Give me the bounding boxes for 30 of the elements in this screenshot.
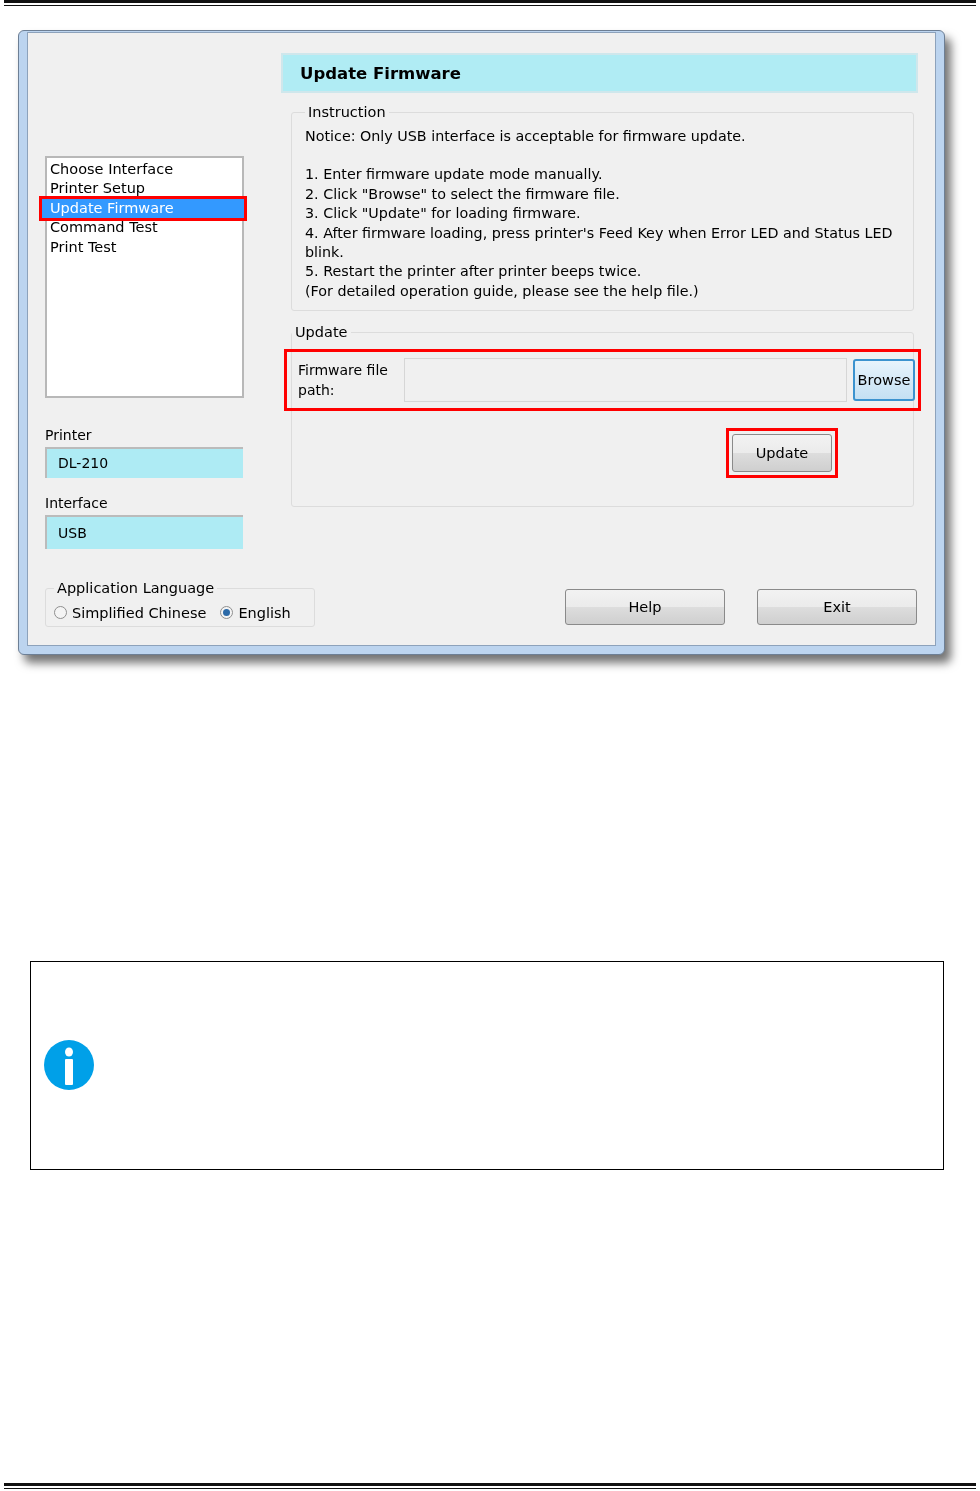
instruction-step: 4. After firmware loading, press printer's Feed Key when Error LED and Status LED blink. [305,223,901,263]
instruction-step: 5. Restart the printer after printer beeps twice. [305,262,901,282]
page-title: Update Firmware [281,53,918,93]
instruction-step: (For detailed operation guide, please see the help file.) [305,281,901,302]
language-option[interactable]: Simplified Chinese [54,604,207,621]
printer-field: DL-210 [45,447,243,478]
browse-button[interactable]: Browse [853,359,915,401]
file-path-field[interactable] [404,358,847,402]
file-path-label: Firmware file path: [298,361,389,400]
group-legend: Application Language [54,579,218,597]
navigation-item[interactable]: Command Test [47,218,242,238]
radio-button[interactable] [54,606,67,619]
interface-label: Interface [45,494,109,512]
notice-text: Notice: Only USB interface is acceptable for firmware update. [305,127,747,146]
navigation-item[interactable]: Choose Interface [47,160,242,180]
instruction-step: 2. Click "Browse" to select the firmware file. [305,184,901,205]
navigation-item[interactable]: Print Test [47,237,242,258]
instruction-step: 3. Click "Update" for loading firmware. [305,204,901,224]
exit-button[interactable]: Exit [757,589,917,625]
update-button[interactable]: Update [732,434,832,472]
printer-label: Printer [45,426,93,444]
help-button[interactable]: Help [565,589,725,625]
radio-button[interactable] [220,606,234,619]
instruction-step: 1. Enter firmware update mode manually. [305,165,901,185]
group-legend: Instruction [305,103,389,121]
language-option[interactable]: English [220,604,291,621]
navigation-item[interactable]: Printer Setup [47,179,242,199]
info-icon [44,1040,94,1090]
group-legend: Update [292,323,351,341]
interface-field: USB [45,515,243,549]
